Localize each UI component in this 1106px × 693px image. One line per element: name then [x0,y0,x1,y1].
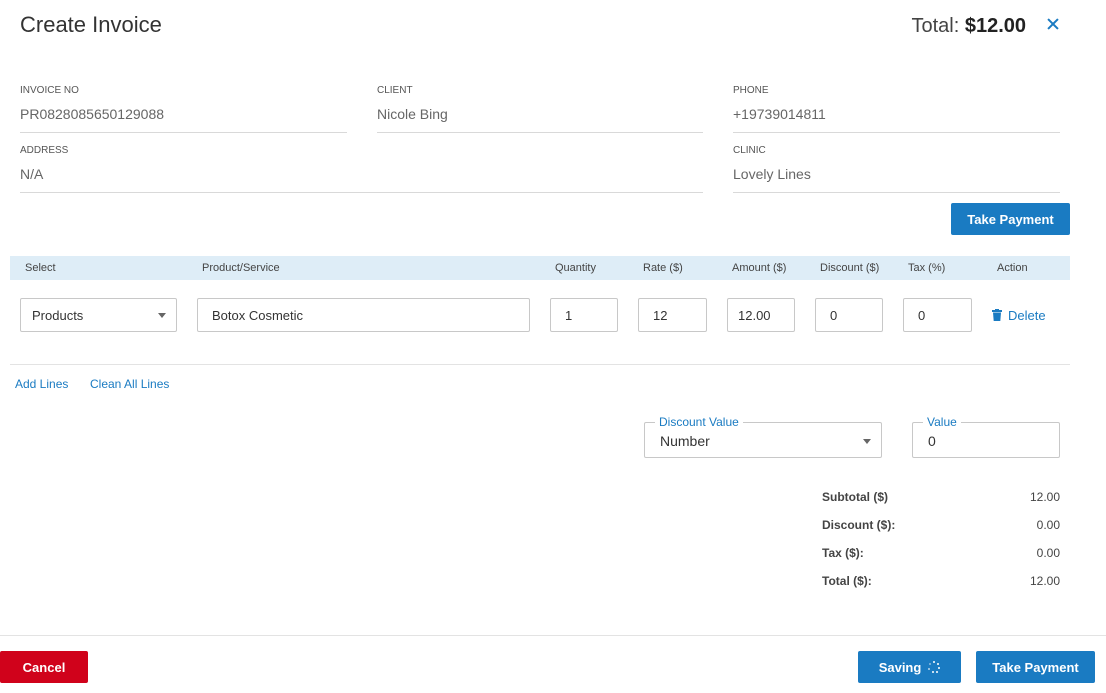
total-value: $12.00 [964,15,1026,37]
saving-button[interactable]: Saving [858,651,961,683]
type-select[interactable]: Products [20,298,177,332]
quantity-input[interactable]: 1 [550,298,618,332]
clinic-field: CLINIC Lovely Lines [733,144,1060,193]
subtotal-label: Subtotal ($) [822,490,888,504]
delete-link[interactable]: Delete [1008,308,1046,323]
table-header: Select Product/Service Quantity Rate ($)… [10,256,1070,280]
address-value: N/A [20,166,44,182]
trash-icon[interactable] [992,309,1002,321]
take-payment-button-label: Take Payment [992,659,1079,675]
subtotal-value: 12.00 [1029,490,1060,504]
th-discount: Discount ($) [820,262,880,274]
phone-value: +19739014811 [733,106,826,122]
discount-value: 0 [928,433,936,449]
add-lines-link[interactable]: Add Lines [15,377,68,391]
type-select-value: Products [32,307,84,323]
invoice-no-value: PR0828085650129088 [20,106,165,122]
cancel-button[interactable]: Cancel [0,651,88,683]
chevron-down-icon [863,439,871,444]
address-field: ADDRESS N/A [20,144,703,193]
divider [10,364,1070,365]
client-field: CLIENT Nicole Bing [377,84,703,133]
th-action: Action [997,262,1028,274]
discount-total-value: 0.00 [1036,518,1060,532]
page-title: Create Invoice [20,12,162,37]
discount-type-select[interactable]: Discount Value Number [644,415,882,458]
th-select: Select [25,262,56,274]
grand-total-value: 12.00 [1029,574,1060,588]
address-label: ADDRESS [20,145,69,156]
th-product: Product/Service [202,262,280,274]
tax-total-value: 0.00 [1036,546,1060,560]
clinic-value: Lovely Lines [733,166,811,182]
discount-value-input[interactable]: Value 0 [912,415,1060,458]
take-payment-button-top[interactable]: Take Payment [951,203,1070,235]
total-label: Total: [911,15,960,37]
discount-type-label: Discount Value [655,415,743,429]
client-value: Nicole Bing [377,106,448,122]
invoice-no-field: INVOICE NO PR0828085650129088 [20,84,347,133]
tax-input[interactable]: 0 [903,298,972,332]
amount-input[interactable]: 12.00 [727,298,795,332]
th-amount: Amount ($) [732,262,787,274]
client-label: CLIENT [377,85,413,96]
th-rate: Rate ($) [643,262,683,274]
discount-input[interactable]: 0 [815,298,883,332]
cancel-button-label: Cancel [22,659,66,675]
invoice-no-label: INVOICE NO [20,85,79,96]
discount-total-label: Discount ($): [822,518,896,532]
close-icon[interactable] [1046,17,1060,31]
product-input[interactable]: Botox Cosmetic [197,298,530,332]
take-payment-button[interactable]: Take Payment [976,651,1095,683]
saving-button-label: Saving [878,659,922,675]
th-quantity: Quantity [555,262,596,274]
phone-field: PHONE +19739014811 [733,84,1060,133]
discount-type-value: Number [660,433,710,449]
footer-divider [0,635,1106,636]
discount-value-label: Value [923,415,961,429]
rate-input[interactable]: 12 [638,298,707,332]
th-tax: Tax (%) [908,262,946,274]
spinner-icon [928,661,941,673]
chevron-down-icon [158,313,166,318]
clinic-label: CLINIC [733,145,766,156]
grand-total-label: Total ($): [822,574,872,588]
invoice-total: Total: $12.00 [911,15,1026,38]
tax-total-label: Tax ($): [822,546,864,560]
phone-label: PHONE [733,85,769,96]
clean-all-lines-link[interactable]: Clean All Lines [90,377,169,391]
